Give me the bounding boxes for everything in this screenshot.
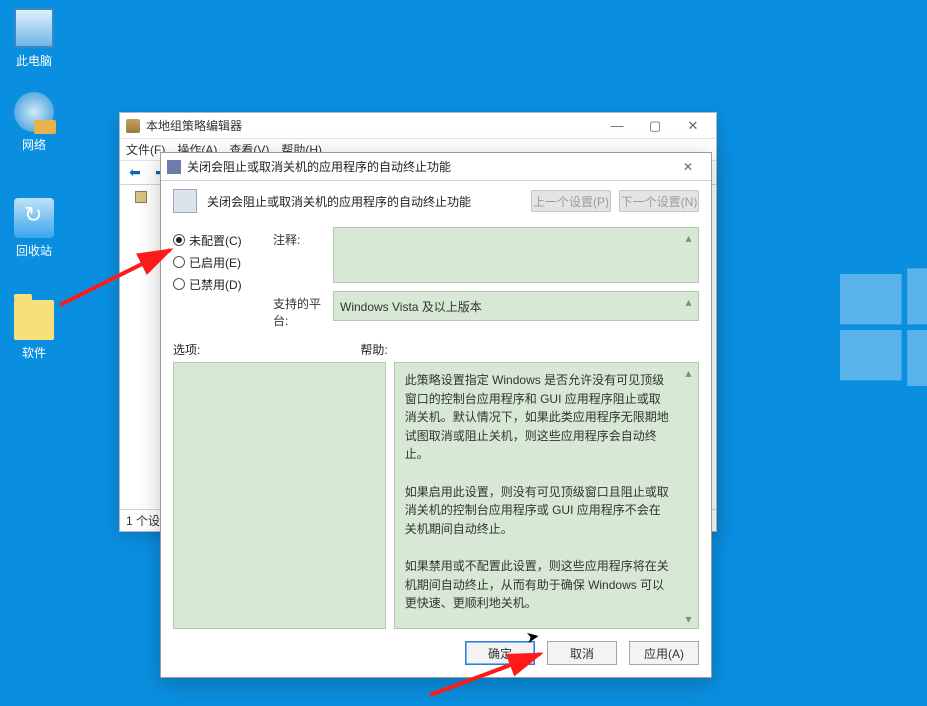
titlebar[interactable]: 本地组策略编辑器 — ▢ ✕ bbox=[120, 113, 716, 139]
dialog-button-row: 确定 取消 应用(A) bbox=[161, 629, 711, 677]
close-button[interactable]: ✕ bbox=[674, 114, 712, 138]
dialog-title-text: 关闭会阻止或取消关机的应用程序的自动终止功能 bbox=[187, 158, 451, 175]
apply-button[interactable]: 应用(A) bbox=[629, 641, 699, 665]
comment-label: 注释: bbox=[273, 227, 333, 283]
scroll-up-icon[interactable]: ▴ bbox=[681, 294, 696, 309]
scroll-up-icon[interactable]: ▴ bbox=[681, 230, 696, 245]
radio-dot-icon bbox=[173, 234, 185, 246]
dialog-header: 关闭会阻止或取消关机的应用程序的自动终止功能 上一个设置(P) 下一个设置(N) bbox=[161, 181, 711, 227]
radio-label: 已禁用(D) bbox=[189, 276, 242, 293]
policy-setting-dialog: 关闭会阻止或取消关机的应用程序的自动终止功能 ✕ 关闭会阻止或取消关机的应用程序… bbox=[160, 152, 712, 678]
radio-dot-icon bbox=[173, 278, 185, 290]
supported-platform-value: Windows Vista 及以上版本 bbox=[340, 300, 482, 314]
desktop-icon-label: 回收站 bbox=[16, 244, 52, 258]
desktop-icon-network[interactable]: 网络 bbox=[0, 92, 68, 153]
help-label: 帮助: bbox=[360, 341, 387, 358]
dialog-heading: 关闭会阻止或取消关机的应用程序的自动终止功能 bbox=[207, 193, 471, 210]
window-title: 本地组策略编辑器 bbox=[146, 117, 242, 134]
radio-dot-icon bbox=[173, 256, 185, 268]
next-setting-button[interactable]: 下一个设置(N) bbox=[619, 190, 699, 212]
scroll-down-icon[interactable]: ▾ bbox=[681, 611, 696, 626]
app-icon bbox=[126, 119, 140, 133]
help-text: 此策略设置指定 Windows 是否允许没有可见顶级窗口的控制台应用程序和 GU… bbox=[395, 363, 680, 628]
supported-platform-label: 支持的平台: bbox=[273, 291, 333, 329]
nav-back-icon[interactable]: ⬅ bbox=[124, 163, 146, 183]
scroll-up-icon[interactable]: ▴ bbox=[681, 365, 696, 380]
options-pane bbox=[173, 362, 386, 629]
radio-label: 未配置(C) bbox=[189, 232, 242, 249]
ok-button[interactable]: 确定 bbox=[465, 641, 535, 665]
options-label: 选项: bbox=[173, 341, 200, 358]
desktop-icon-label: 此电脑 bbox=[16, 54, 52, 68]
windows-logo-watermark bbox=[840, 260, 927, 400]
tree-panel[interactable] bbox=[120, 185, 162, 509]
maximize-button[interactable]: ▢ bbox=[636, 114, 674, 138]
cancel-button[interactable]: 取消 bbox=[547, 641, 617, 665]
desktop-icon-label: 软件 bbox=[22, 346, 46, 360]
desktop-icon-label: 网络 bbox=[22, 138, 46, 152]
comment-textbox[interactable]: ▴ bbox=[333, 227, 699, 283]
radio-label: 已启用(E) bbox=[189, 254, 241, 271]
help-pane[interactable]: 此策略设置指定 Windows 是否允许没有可见顶级窗口的控制台应用程序和 GU… bbox=[394, 362, 699, 629]
radio-not-configured[interactable]: 未配置(C) bbox=[173, 229, 261, 251]
dialog-close-button[interactable]: ✕ bbox=[671, 156, 705, 178]
section-labels: 选项: 帮助: bbox=[161, 329, 711, 362]
desktop-icon-this-pc[interactable]: 此电脑 bbox=[0, 8, 68, 69]
dialog-titlebar[interactable]: 关闭会阻止或取消关机的应用程序的自动终止功能 ✕ bbox=[161, 153, 711, 181]
previous-setting-button[interactable]: 上一个设置(P) bbox=[531, 190, 611, 212]
policy-icon bbox=[173, 189, 197, 213]
state-radio-group: 未配置(C) 已启用(E) 已禁用(D) bbox=[161, 227, 273, 329]
tree-node[interactable] bbox=[135, 191, 147, 203]
desktop-icon-software[interactable]: 软件 bbox=[0, 300, 68, 361]
supported-platform-box: Windows Vista 及以上版本 ▴ bbox=[333, 291, 699, 321]
radio-enabled[interactable]: 已启用(E) bbox=[173, 251, 261, 273]
desktop-icon-recycle-bin[interactable]: 回收站 bbox=[0, 198, 68, 259]
minimize-button[interactable]: — bbox=[598, 114, 636, 138]
radio-disabled[interactable]: 已禁用(D) bbox=[173, 273, 261, 295]
dialog-icon bbox=[167, 160, 181, 174]
